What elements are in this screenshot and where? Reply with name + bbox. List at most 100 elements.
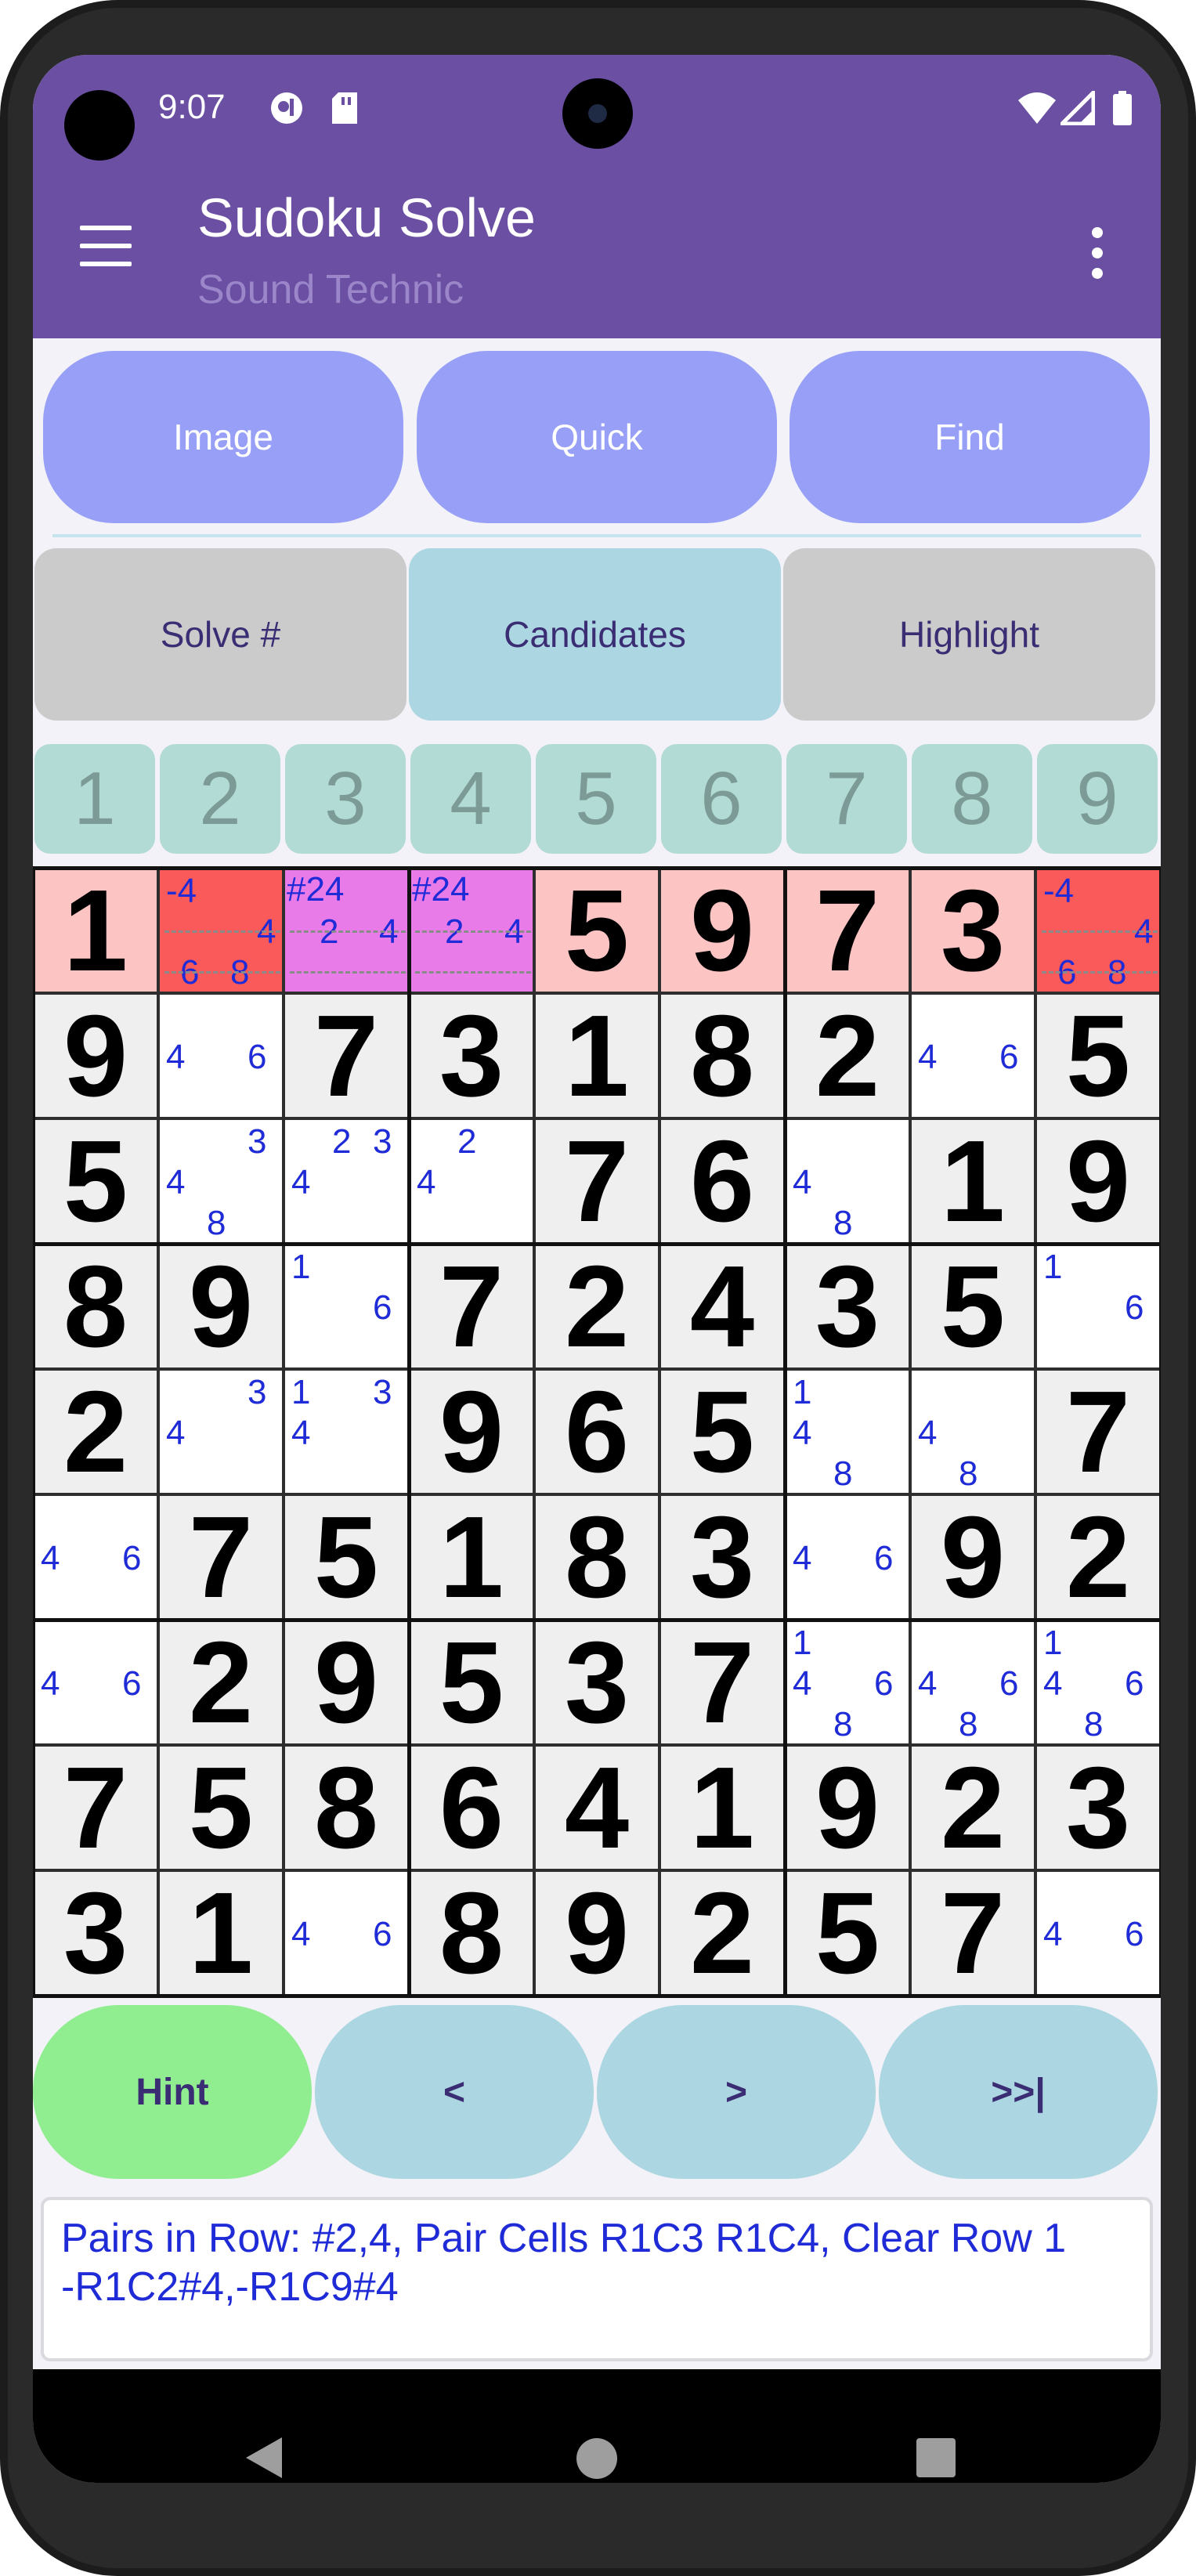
find-button[interactable]: Find	[790, 351, 1150, 523]
candidates-button[interactable]: Candidates	[409, 548, 781, 721]
cell-r1c9[interactable]: -4 468	[1035, 868, 1161, 993]
cell-r8c2[interactable]: 5	[158, 1745, 284, 1870]
cell-r2c4[interactable]: 3	[409, 993, 534, 1118]
cell-r8c9[interactable]: 3	[1035, 1745, 1161, 1870]
cell-r5c5[interactable]: 6	[534, 1369, 659, 1494]
cell-r8c6[interactable]: 1	[659, 1745, 785, 1870]
cell-r5c9[interactable]: 7	[1035, 1369, 1161, 1494]
hint-button[interactable]: Hint	[33, 2005, 312, 2179]
cell-r1c7[interactable]: 7	[785, 868, 910, 993]
cell-r6c6[interactable]: 3	[659, 1494, 785, 1620]
number-tab-6[interactable]: 6	[661, 744, 782, 854]
cell-r3c7[interactable]: 48	[785, 1118, 910, 1244]
recents-icon[interactable]	[916, 2438, 956, 2477]
cell-r3c1[interactable]: 5	[33, 1118, 158, 1244]
cell-r1c2[interactable]: -4 468	[158, 868, 284, 993]
cell-r5c3[interactable]: 1 3 4	[284, 1369, 409, 1494]
cell-r5c7[interactable]: 148	[785, 1369, 910, 1494]
cell-r4c8[interactable]: 5	[910, 1244, 1035, 1369]
cell-r3c6[interactable]: 6	[659, 1118, 785, 1244]
cell-r1c1[interactable]: 1	[33, 868, 158, 993]
number-tab-4[interactable]: 4	[410, 744, 531, 854]
cell-r9c6[interactable]: 2	[659, 1870, 785, 1996]
cell-r1c8[interactable]: 3	[910, 868, 1035, 993]
cell-r9c3[interactable]: 46	[284, 1870, 409, 1996]
cell-r9c4[interactable]: 8	[409, 1870, 534, 1996]
highlight-button[interactable]: Highlight	[783, 548, 1155, 721]
cell-r4c7[interactable]: 3	[785, 1244, 910, 1369]
cell-r2c3[interactable]: 7	[284, 993, 409, 1118]
cell-r7c5[interactable]: 3	[534, 1620, 659, 1745]
cell-r1c3[interactable]: #24 2 4	[284, 868, 409, 993]
cell-r6c5[interactable]: 8	[534, 1494, 659, 1620]
number-tab-1[interactable]: 1	[34, 744, 155, 854]
cell-r4c4[interactable]: 7	[409, 1244, 534, 1369]
cell-r2c8[interactable]: 46	[910, 993, 1035, 1118]
cell-r9c5[interactable]: 9	[534, 1870, 659, 1996]
hamburger-menu-icon[interactable]	[80, 226, 132, 266]
cell-r5c6[interactable]: 5	[659, 1369, 785, 1494]
cell-r2c6[interactable]: 8	[659, 993, 785, 1118]
cell-r3c5[interactable]: 7	[534, 1118, 659, 1244]
cell-r5c4[interactable]: 9	[409, 1369, 534, 1494]
cell-r6c8[interactable]: 9	[910, 1494, 1035, 1620]
cell-r3c8[interactable]: 1	[910, 1118, 1035, 1244]
number-tab-2[interactable]: 2	[160, 744, 280, 854]
cell-r6c2[interactable]: 7	[158, 1494, 284, 1620]
quick-button[interactable]: Quick	[417, 351, 777, 523]
number-tab-9[interactable]: 9	[1037, 744, 1158, 854]
cell-r6c7[interactable]: 46	[785, 1494, 910, 1620]
home-icon[interactable]	[576, 2438, 617, 2479]
cell-r7c9[interactable]: 14 68	[1035, 1620, 1161, 1745]
cell-r3c4[interactable]: 24	[409, 1118, 534, 1244]
cell-r8c7[interactable]: 9	[785, 1745, 910, 1870]
cell-r9c2[interactable]: 1	[158, 1870, 284, 1996]
cell-r6c4[interactable]: 1	[409, 1494, 534, 1620]
cell-r2c2[interactable]: 46	[158, 993, 284, 1118]
cell-r9c8[interactable]: 7	[910, 1870, 1035, 1996]
cell-r8c3[interactable]: 8	[284, 1745, 409, 1870]
cell-r7c3[interactable]: 9	[284, 1620, 409, 1745]
number-tab-3[interactable]: 3	[285, 744, 406, 854]
cell-r7c6[interactable]: 7	[659, 1620, 785, 1745]
number-tab-8[interactable]: 8	[912, 744, 1032, 854]
cell-r8c5[interactable]: 4	[534, 1745, 659, 1870]
cell-r5c8[interactable]: 48	[910, 1369, 1035, 1494]
cell-r4c9[interactable]: 16	[1035, 1244, 1161, 1369]
cell-r9c7[interactable]: 5	[785, 1870, 910, 1996]
cell-r8c8[interactable]: 2	[910, 1745, 1035, 1870]
cell-r3c9[interactable]: 9	[1035, 1118, 1161, 1244]
cell-r7c2[interactable]: 2	[158, 1620, 284, 1745]
cell-r7c7[interactable]: 14 68	[785, 1620, 910, 1745]
cell-r1c5[interactable]: 5	[534, 868, 659, 993]
cell-r1c4[interactable]: #24 2 4	[409, 868, 534, 993]
more-options-icon[interactable]	[1090, 227, 1104, 282]
number-tab-7[interactable]: 7	[786, 744, 907, 854]
cell-r6c3[interactable]: 5	[284, 1494, 409, 1620]
cell-r4c2[interactable]: 9	[158, 1244, 284, 1369]
cell-r2c9[interactable]: 5	[1035, 993, 1161, 1118]
cell-r6c1[interactable]: 46	[33, 1494, 158, 1620]
cell-r3c3[interactable]: 23 4	[284, 1118, 409, 1244]
next-step-button[interactable]: >	[597, 2005, 876, 2179]
cell-r7c1[interactable]: 46	[33, 1620, 158, 1745]
back-icon[interactable]	[246, 2437, 282, 2478]
image-button[interactable]: Image	[43, 351, 403, 523]
cell-r4c5[interactable]: 2	[534, 1244, 659, 1369]
cell-r2c1[interactable]: 9	[33, 993, 158, 1118]
cell-r7c4[interactable]: 5	[409, 1620, 534, 1745]
cell-r4c1[interactable]: 8	[33, 1244, 158, 1369]
cell-r4c6[interactable]: 4	[659, 1244, 785, 1369]
cell-r4c3[interactable]: 16	[284, 1244, 409, 1369]
cell-r9c9[interactable]: 46	[1035, 1870, 1161, 1996]
cell-r5c1[interactable]: 2	[33, 1369, 158, 1494]
cell-r7c8[interactable]: 4 68	[910, 1620, 1035, 1745]
cell-r8c1[interactable]: 7	[33, 1745, 158, 1870]
cell-r2c7[interactable]: 2	[785, 993, 910, 1118]
cell-r3c2[interactable]: 3 48	[158, 1118, 284, 1244]
cell-r8c4[interactable]: 6	[409, 1745, 534, 1870]
previous-step-button[interactable]: <	[315, 2005, 594, 2179]
cell-r9c1[interactable]: 3	[33, 1870, 158, 1996]
skip-to-end-button[interactable]: >>|	[879, 2005, 1158, 2179]
cell-r1c6[interactable]: 9	[659, 868, 785, 993]
